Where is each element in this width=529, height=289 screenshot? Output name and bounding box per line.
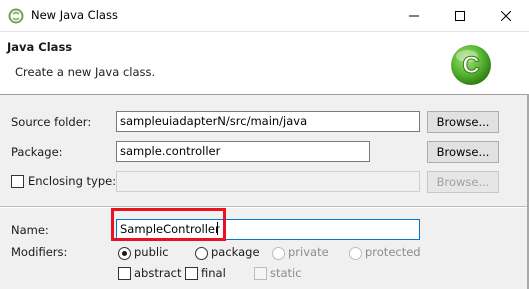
modifier-package-label: package	[211, 245, 260, 259]
modifier-static-checkbox[interactable]	[254, 267, 267, 280]
enclosing-type-input[interactable]	[116, 171, 420, 192]
maximize-button[interactable]	[437, 0, 483, 31]
window-title: New Java Class	[31, 8, 118, 22]
banner-separator	[0, 94, 529, 95]
close-button[interactable]	[483, 0, 529, 31]
enclosing-type-label: Enclosing type:	[28, 174, 117, 188]
modifier-abstract-checkbox[interactable]	[118, 267, 131, 280]
banner-title: Java Class	[7, 40, 73, 54]
section-divider-highlight	[0, 207, 527, 208]
minimize-button[interactable]	[391, 0, 437, 31]
name-label: Name:	[11, 223, 49, 237]
name-highlight-box	[111, 208, 226, 241]
modifier-static-label: static	[270, 266, 302, 280]
source-folder-input[interactable]: sampleuiadapterN/src/main/java	[116, 111, 420, 132]
modifiers-label: Modifiers:	[11, 245, 68, 259]
java-class-logo-icon: C	[451, 45, 491, 85]
modifier-public-label: public	[134, 245, 169, 259]
enclosing-type-checkbox[interactable]	[11, 175, 24, 188]
eclipse-app-icon	[8, 8, 24, 24]
package-label: Package:	[11, 145, 63, 159]
modifier-protected-label: protected	[365, 245, 421, 259]
modifier-private-radio[interactable]	[272, 247, 285, 260]
source-folder-label: Source folder:	[11, 115, 92, 129]
modifier-package-radio[interactable]	[195, 247, 208, 260]
logo-letter: C	[462, 52, 479, 79]
modifier-private-label: private	[288, 245, 329, 259]
modifier-abstract-label: abstract	[134, 266, 182, 280]
close-icon	[501, 10, 511, 21]
modifier-final-checkbox[interactable]	[185, 267, 198, 280]
modifier-protected-radio[interactable]	[349, 247, 362, 260]
modifier-public-radio[interactable]	[118, 247, 131, 260]
package-input[interactable]: sample.controller	[116, 141, 370, 162]
source-folder-browse-button[interactable]: Browse...	[427, 111, 499, 133]
package-browse-button[interactable]: Browse...	[427, 141, 499, 163]
banner-subtitle: Create a new Java class.	[15, 65, 156, 79]
maximize-icon	[455, 10, 465, 21]
enclosing-type-browse-button[interactable]: Browse...	[427, 171, 499, 193]
minimize-icon	[409, 15, 419, 16]
modifier-final-label: final	[201, 266, 226, 280]
